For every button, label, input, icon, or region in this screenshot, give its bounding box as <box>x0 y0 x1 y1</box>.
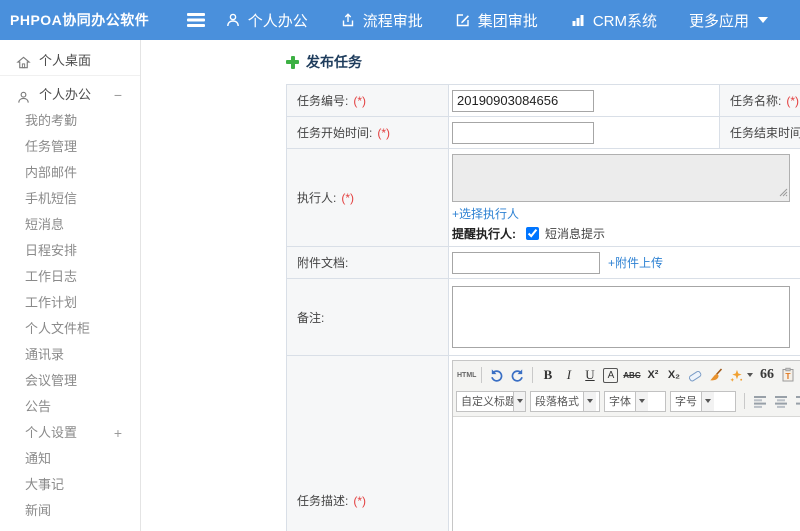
page-title: 发布任务 <box>306 54 362 70</box>
nav-workflow-approval[interactable]: 流程审批 <box>340 10 423 31</box>
sidebar-item-announcement[interactable]: 公告 <box>0 394 140 420</box>
top-bar: PHPOA协同办公软件 个人办公 流程审批 集团审批 CRM系统 更多应用 <box>0 0 800 40</box>
svg-text:T: T <box>785 371 791 381</box>
page-title-row: 发布任务 <box>286 52 800 72</box>
field-label-description: 任务描述: (*) <box>286 355 449 531</box>
choose-executor-link[interactable]: +选择执行人 <box>452 207 519 221</box>
bold-button[interactable]: B <box>537 365 558 385</box>
user-icon <box>225 12 241 28</box>
field-label-executor: 执行人: (*) <box>286 148 449 247</box>
remark-textarea[interactable] <box>452 286 790 348</box>
top-nav: 个人办公 流程审批 集团审批 CRM系统 更多应用 <box>225 10 800 31</box>
sidebar-item-work-log[interactable]: 工作日志 <box>0 264 140 290</box>
sidebar-item-personal-desktop[interactable]: 个人桌面 <box>0 46 140 76</box>
executor-textarea[interactable] <box>452 154 790 202</box>
editor-toolbar: HTML B I U A ABC X² X₂ 66 T 自定义标题 段落格式 字… <box>453 361 800 417</box>
nav-personal-office[interactable]: 个人办公 <box>225 10 308 31</box>
home-icon <box>16 53 31 69</box>
sidebar-item-schedule[interactable]: 日程安排 <box>0 238 140 264</box>
nav-more-apps[interactable]: 更多应用 <box>689 10 768 31</box>
share-upload-icon <box>340 12 356 28</box>
attachment-input[interactable] <box>452 251 600 274</box>
app-window: PHPOA协同办公软件 个人办公 流程审批 集团审批 CRM系统 更多应用 个人… <box>0 0 800 531</box>
task-number-input[interactable] <box>452 89 594 112</box>
chevron-down-icon <box>758 17 768 23</box>
add-plus-icon <box>286 55 299 69</box>
editor-content-area[interactable] <box>453 417 800 531</box>
sidebar: 个人桌面 个人办公 − 我的考勤 任务管理 内部邮件 手机短信 短消息 日程安排… <box>0 40 141 531</box>
resize-grip-icon[interactable] <box>779 186 788 200</box>
collapse-minus-icon[interactable]: − <box>114 82 122 108</box>
sidebar-item-contacts[interactable]: 通讯录 <box>0 342 140 368</box>
italic-button[interactable]: I <box>558 365 579 385</box>
sidebar-item-personal-settings[interactable]: 个人设置 + <box>0 420 140 446</box>
main-content: 发布任务 任务编号:(*) 任务名称:(*) 任务开始时 <box>142 40 800 531</box>
attachment-upload-link[interactable]: +附件上传 <box>608 254 663 271</box>
start-time-input[interactable] <box>452 121 594 144</box>
sms-remind-checkbox[interactable] <box>526 227 539 240</box>
undo-icon[interactable] <box>486 365 507 385</box>
sidebar-item-work-plan[interactable]: 工作计划 <box>0 290 140 316</box>
sms-remind-option-label: 短消息提示 <box>545 227 606 241</box>
user-icon <box>16 88 31 103</box>
rich-text-editor: HTML B I U A ABC X² X₂ 66 T 自定义标题 段落格式 字… <box>452 360 800 531</box>
field-label-start-time: 任务开始时间: (*) <box>286 116 449 149</box>
chevron-down-icon <box>583 391 596 411</box>
blockquote-button[interactable]: 66 <box>756 365 777 385</box>
field-label-attachment: 附件文档: <box>286 246 449 279</box>
redo-icon[interactable] <box>507 365 528 385</box>
sidebar-item-task-management[interactable]: 任务管理 <box>0 134 140 160</box>
sidebar-item-notice[interactable]: 通知 <box>0 446 140 472</box>
font-style-button[interactable]: A <box>603 367 619 383</box>
field-label-remark: 备注: <box>286 278 449 356</box>
font-size-select[interactable]: 字号 <box>670 390 736 412</box>
expand-plus-icon[interactable]: + <box>114 420 122 446</box>
field-label-task-number: 任务编号: (*) <box>286 84 449 117</box>
chevron-down-icon <box>635 391 648 411</box>
eraser-remove-format-icon[interactable] <box>684 365 705 385</box>
subscript-button[interactable]: X₂ <box>663 365 684 385</box>
brush-format-icon[interactable] <box>705 365 726 385</box>
app-logo: PHPOA协同办公软件 <box>10 12 150 28</box>
align-center-icon[interactable] <box>770 391 791 411</box>
field-label-task-name: 任务名称: (*) <box>719 84 800 117</box>
nav-crm-system[interactable]: CRM系统 <box>570 10 657 31</box>
nav-group-approval[interactable]: 集团审批 <box>455 10 538 31</box>
paragraph-format-select[interactable]: 段落格式 <box>530 390 600 412</box>
strikethrough-button[interactable]: ABC <box>621 365 642 385</box>
publish-task-form: 任务编号:(*) 任务名称:(*) 任务开始时间:(*) <box>286 84 800 531</box>
bar-chart-icon <box>570 12 586 28</box>
align-left-icon[interactable] <box>749 391 770 411</box>
align-right-icon[interactable] <box>791 391 800 411</box>
paste-plain-text-icon[interactable]: T <box>777 365 798 385</box>
remind-executor-label: 提醒执行人: <box>452 227 516 241</box>
sidebar-item-personal-files[interactable]: 个人文件柜 <box>0 316 140 342</box>
magic-format-dropdown[interactable] <box>726 365 756 385</box>
custom-heading-select[interactable]: 自定义标题 <box>456 390 526 412</box>
hamburger-menu-icon[interactable] <box>187 13 206 27</box>
chevron-down-icon <box>701 391 714 411</box>
chevron-down-icon <box>513 391 525 411</box>
sidebar-item-milestones[interactable]: 大事记 <box>0 472 140 498</box>
source-code-button[interactable]: HTML <box>456 365 477 385</box>
sidebar-item-internal-mail[interactable]: 内部邮件 <box>0 160 140 186</box>
superscript-button[interactable]: X² <box>642 365 663 385</box>
sidebar-item-news[interactable]: 新闻 <box>0 498 140 524</box>
sidebar-item-meeting-management[interactable]: 会议管理 <box>0 368 140 394</box>
chevron-down-icon <box>747 373 754 377</box>
sidebar-item-my-attendance[interactable]: 我的考勤 <box>0 108 140 134</box>
sidebar-item-short-message[interactable]: 短消息 <box>0 212 140 238</box>
field-label-end-time: 任务结束时间:(*) <box>719 116 800 149</box>
font-family-select[interactable]: 字体 <box>604 390 666 412</box>
underline-button[interactable]: U <box>579 365 600 385</box>
sidebar-item-personal-office[interactable]: 个人办公 − <box>0 82 140 108</box>
sidebar-item-sms[interactable]: 手机短信 <box>0 186 140 212</box>
edit-pencil-icon <box>455 12 471 28</box>
